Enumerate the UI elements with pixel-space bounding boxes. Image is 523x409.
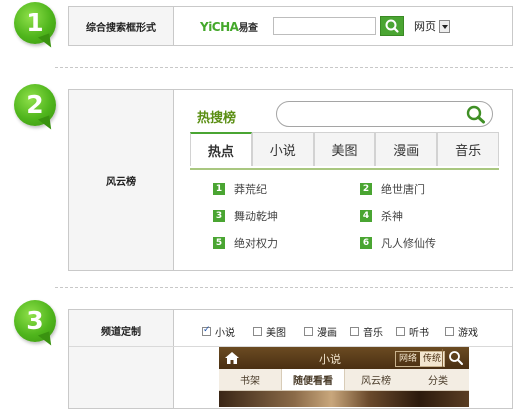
step-number: 3 (26, 306, 44, 335)
checkbox-icon[interactable] (445, 327, 454, 336)
rank-item[interactable]: 2 绝世唐门 (360, 181, 425, 197)
section-hot-ranking: 风云榜 热搜榜 热点 小说 美图 漫画 音乐 1 莽荒纪 2 绝世唐门 3 舞动乾坤 … (68, 89, 513, 271)
step-badge-3: 3 (14, 300, 56, 342)
tab-hot[interactable]: 热点 (190, 132, 252, 166)
preview-toggle[interactable]: 网络 传统 (395, 351, 446, 367)
brand-logo: YiCHA易查 (200, 19, 258, 34)
step-badge-1: 1 (14, 2, 56, 44)
tab-music[interactable]: 音乐 (437, 132, 499, 166)
preview-banner-image (219, 391, 469, 407)
rank-item[interactable]: 5 绝对权力 (213, 235, 278, 251)
rank-title: 绝对权力 (234, 237, 278, 250)
preview-nav: 书架 随便看看 风云榜 分类 (219, 369, 469, 391)
channel-label: 美图 (266, 328, 286, 339)
rank-title: 莽荒纪 (234, 183, 267, 196)
rank-item[interactable]: 4 杀神 (360, 208, 403, 224)
channel-label: 小说 (215, 328, 235, 339)
divider (55, 287, 513, 288)
logo-text: YiCHA (200, 20, 239, 34)
step-badge-2: 2 (14, 84, 56, 126)
section-label-text: 频道定制 (101, 327, 141, 338)
rank-item[interactable]: 3 舞动乾坤 (213, 208, 278, 224)
checkbox-icon[interactable] (396, 327, 405, 336)
tab-novel[interactable]: 小说 (251, 132, 314, 166)
nav-browse[interactable]: 随便看看 (281, 369, 345, 390)
toggle-mobile[interactable]: 传统 (420, 352, 445, 366)
nav-bookshelf[interactable]: 书架 (219, 369, 281, 390)
checkbox-icon[interactable] (202, 325, 211, 336)
channel-option-images[interactable]: 美图 (253, 324, 286, 339)
home-icon[interactable] (224, 351, 240, 365)
section-label: 综合搜索框形式 (69, 7, 174, 45)
channel-preview: 小说 网络 传统 书架 随便看看 风云榜 分类 (219, 347, 469, 407)
rank-item[interactable]: 1 莽荒纪 (213, 181, 267, 197)
channel-option-novel[interactable]: 小说 (202, 324, 235, 339)
tab-comics[interactable]: 漫画 (375, 132, 438, 166)
header-divider (442, 349, 443, 367)
search-icon[interactable] (448, 350, 464, 366)
search-icon (385, 19, 399, 33)
section-search-box: 综合搜索框形式 YiCHA易查 网页 (68, 6, 513, 46)
tab-images[interactable]: 美图 (313, 132, 376, 166)
search-type-select[interactable]: 网页 (414, 17, 450, 35)
rank-number: 2 (360, 183, 372, 195)
section-channel-custom: 频道定制 小说 美图 漫画 音乐 听书 游戏 小说 网络 传统 书架 随便看看 … (68, 309, 513, 409)
channel-option-music[interactable]: 音乐 (350, 324, 383, 339)
step-number: 2 (26, 90, 44, 119)
section-label: 频道定制 (69, 310, 174, 408)
preview-title: 小说 (319, 353, 341, 366)
rank-title: 凡人修仙传 (381, 237, 436, 250)
hot-search-input[interactable] (276, 101, 493, 127)
channel-option-comics[interactable]: 漫画 (304, 324, 337, 339)
rank-item[interactable]: 6 凡人修仙传 (360, 235, 436, 251)
rank-title: 绝世唐门 (381, 183, 425, 196)
logo-text-cn: 易查 (238, 23, 258, 34)
search-input[interactable] (273, 17, 376, 35)
step-number: 1 (26, 8, 44, 37)
ranking-tabs: 热点 小说 美图 漫画 音乐 (190, 132, 499, 170)
search-button[interactable] (380, 16, 404, 36)
channel-option-audiobook[interactable]: 听书 (396, 324, 429, 339)
nav-ranking[interactable]: 风云榜 (345, 369, 407, 390)
channel-label: 游戏 (458, 328, 478, 339)
preview-header: 小说 网络 传统 (219, 347, 469, 369)
rank-number: 1 (213, 183, 225, 195)
search-icon[interactable] (464, 103, 488, 125)
checkbox-icon[interactable] (350, 327, 359, 336)
channel-label: 音乐 (363, 328, 383, 339)
rank-title: 舞动乾坤 (234, 210, 278, 223)
channel-option-games[interactable]: 游戏 (445, 324, 478, 339)
hot-search-title: 热搜榜 (197, 111, 237, 126)
divider (55, 67, 513, 68)
row-divider (69, 346, 173, 347)
toggle-web[interactable]: 网络 (396, 352, 420, 366)
select-value: 网页 (414, 20, 436, 33)
rank-number: 3 (213, 210, 225, 222)
dropdown-arrow-icon[interactable] (439, 19, 450, 33)
checkbox-icon[interactable] (253, 327, 262, 336)
checkbox-icon[interactable] (304, 327, 313, 336)
rank-number: 4 (360, 210, 372, 222)
rank-title: 杀神 (381, 210, 403, 223)
rank-number: 6 (360, 237, 372, 249)
nav-category[interactable]: 分类 (407, 369, 469, 390)
channel-label: 漫画 (317, 328, 337, 339)
section-label: 风云榜 (69, 90, 174, 270)
rank-number: 5 (213, 237, 225, 249)
channel-label: 听书 (409, 328, 429, 339)
